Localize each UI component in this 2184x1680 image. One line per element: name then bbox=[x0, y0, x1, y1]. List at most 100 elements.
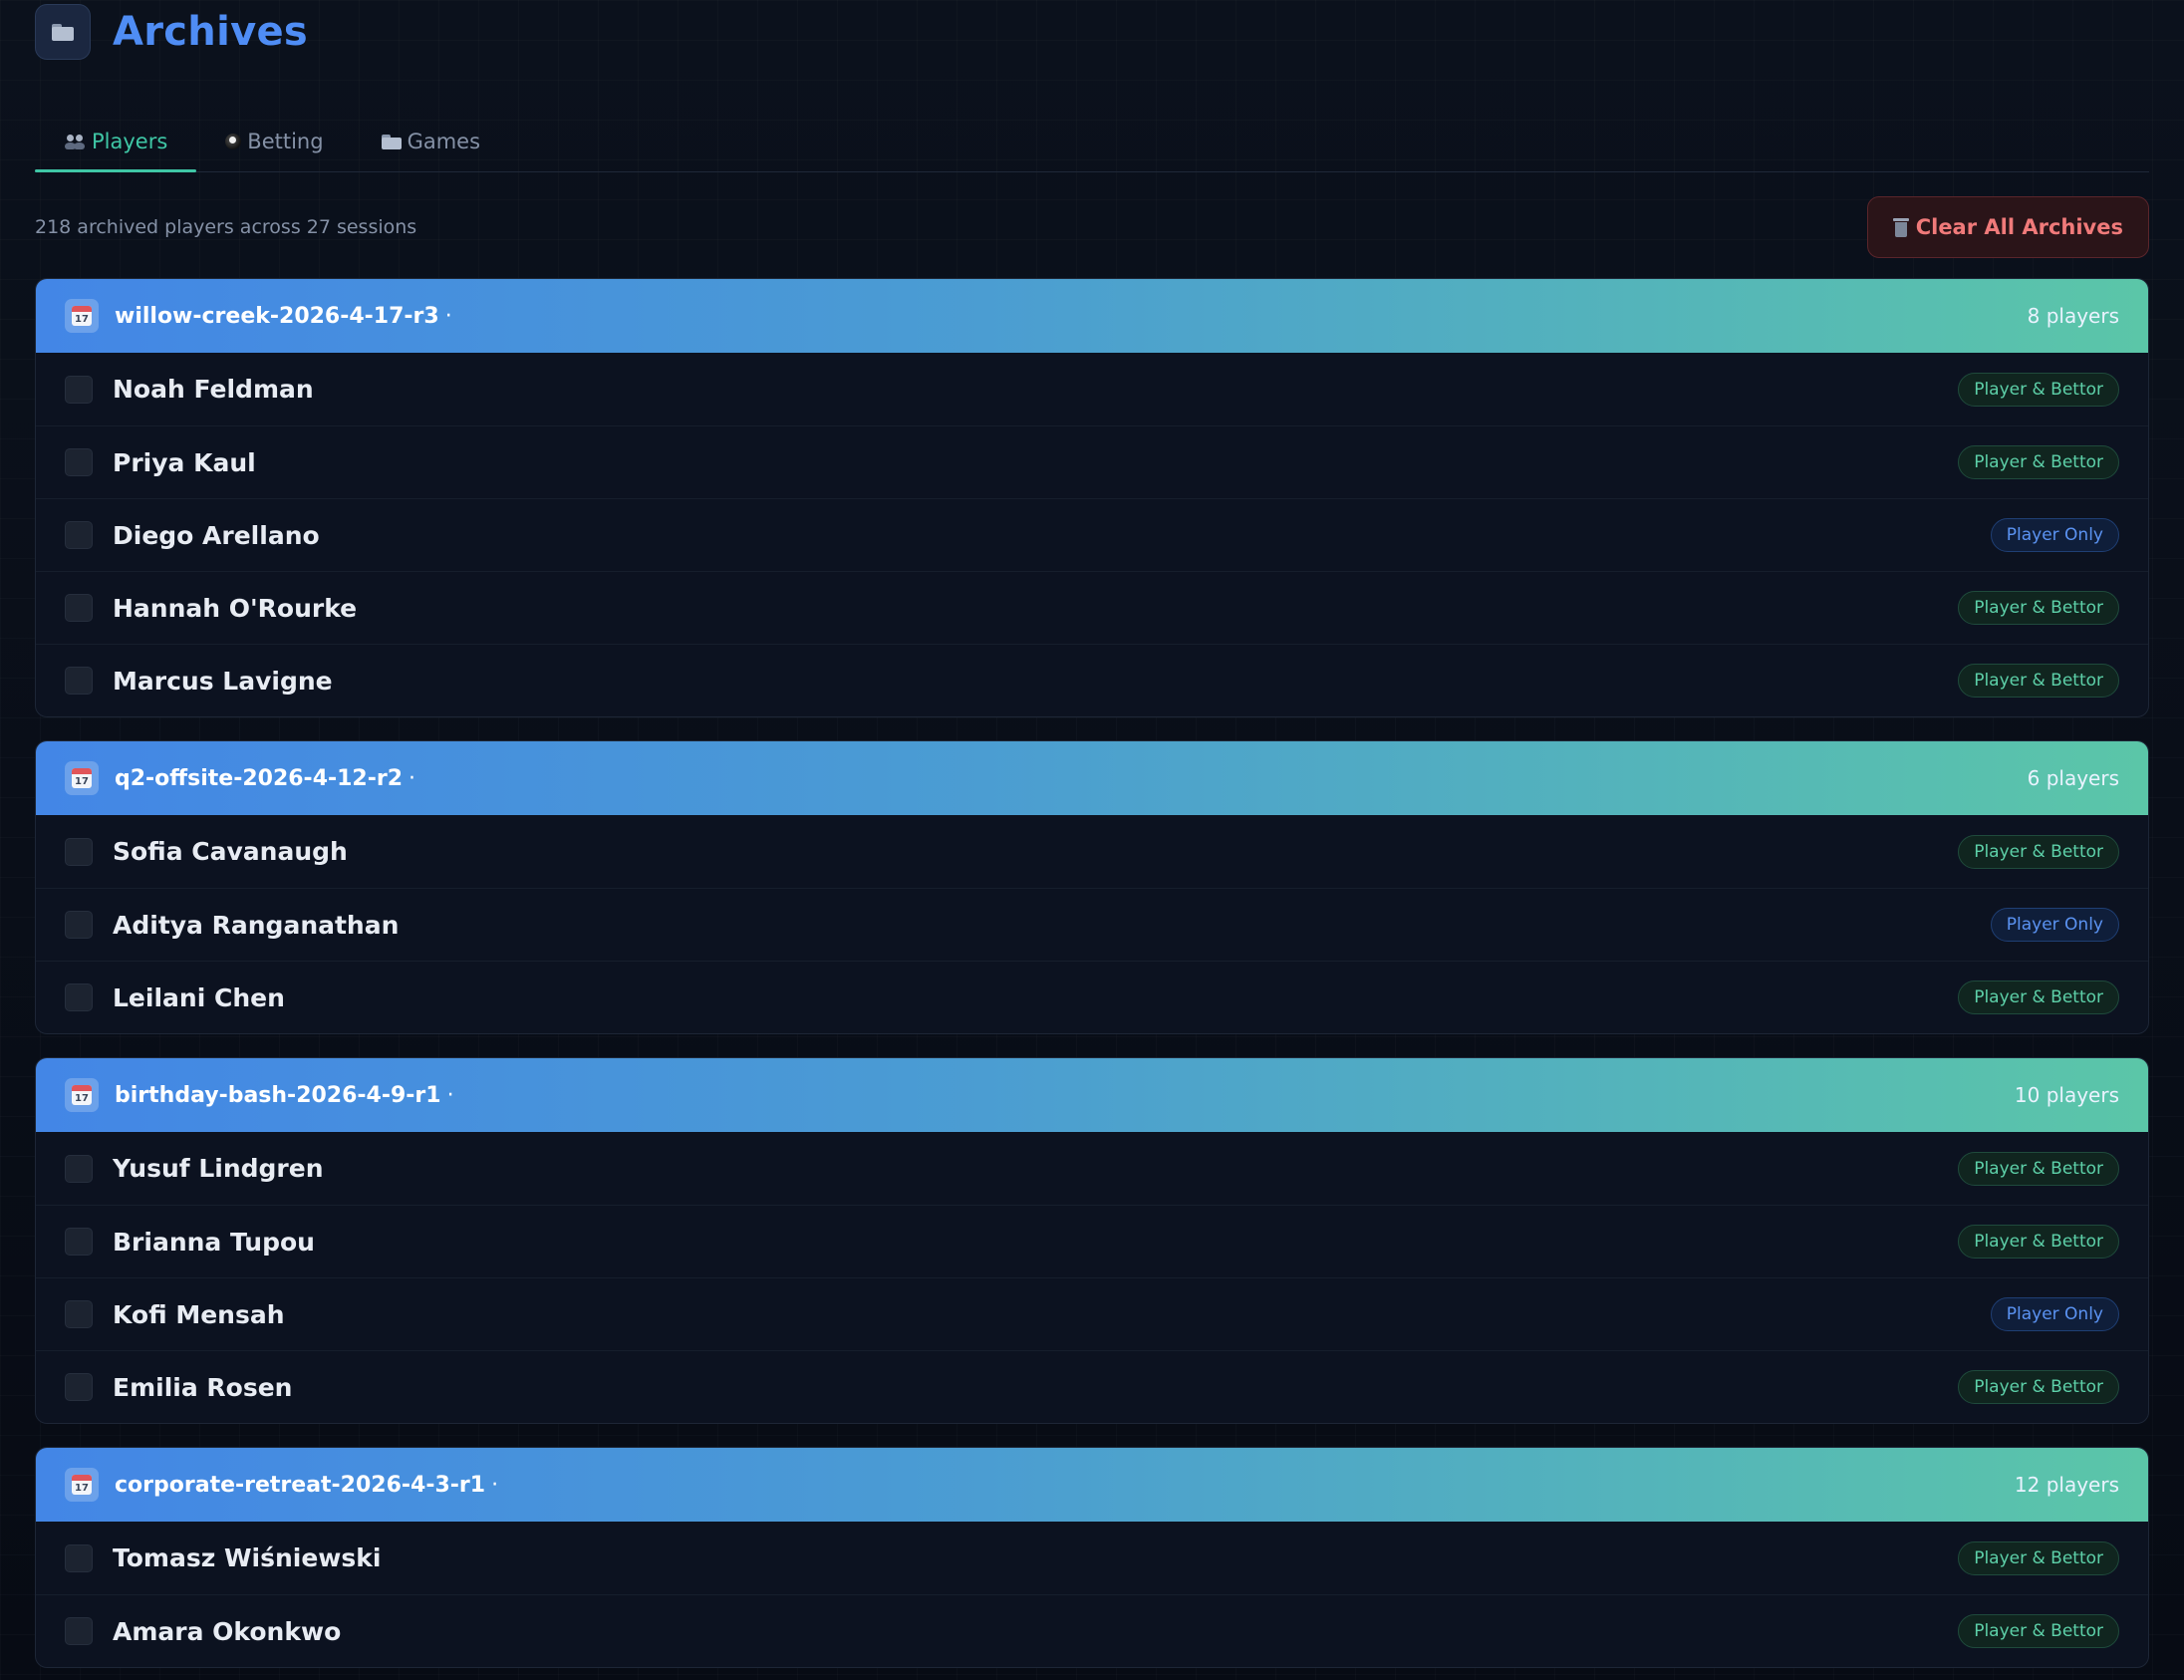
player-info: Leilani Chen bbox=[65, 983, 285, 1012]
player-name: Brianna Tupou bbox=[113, 1227, 315, 1257]
player-checkbox[interactable] bbox=[65, 1228, 93, 1256]
player-checkbox[interactable] bbox=[65, 1617, 93, 1645]
player-info: Aditya Ranganathan bbox=[65, 911, 399, 940]
player-checkbox[interactable] bbox=[65, 375, 93, 404]
player-row[interactable]: Diego Arellano Player Only bbox=[36, 498, 2148, 571]
player-info: Sofia Cavanaugh bbox=[65, 837, 348, 866]
player-info: Yusuf Lindgren bbox=[65, 1154, 324, 1183]
player-info: Diego Arellano bbox=[65, 521, 320, 550]
player-checkbox[interactable] bbox=[65, 667, 93, 695]
player-name: Leilani Chen bbox=[113, 982, 285, 1012]
trash-icon bbox=[1892, 217, 1909, 237]
clear-button-label: Clear All Archives bbox=[1915, 215, 2123, 239]
session-group: 17 birthday-bash-2026-4-9-r1 · 10 players Yu… bbox=[35, 1057, 2149, 1424]
session-list: 17 willow-creek-2026-4-17-r3 · 8 players Noa… bbox=[35, 278, 2149, 1668]
session-player-count: 6 players bbox=[2027, 766, 2119, 790]
player-checkbox[interactable] bbox=[65, 448, 93, 476]
tab-betting[interactable]: Betting bbox=[196, 116, 352, 171]
player-row[interactable]: Marcus Lavigne Player & Bettor bbox=[36, 644, 2148, 716]
player-role-badge: Player & Bettor bbox=[1958, 980, 2119, 1014]
folder-icon bbox=[52, 23, 74, 41]
player-name: Yusuf Lindgren bbox=[113, 1154, 324, 1183]
session-player-count: 10 players bbox=[2014, 1083, 2119, 1107]
player-name: Noah Feldman bbox=[113, 375, 314, 404]
player-role-badge: Player Only bbox=[1990, 518, 2119, 552]
player-role-badge: Player Only bbox=[1990, 908, 2119, 942]
archives-logo bbox=[35, 4, 91, 60]
player-checkbox[interactable] bbox=[65, 1154, 93, 1183]
player-row[interactable]: Noah Feldman Player & Bettor bbox=[36, 353, 2148, 425]
player-checkbox[interactable] bbox=[65, 1300, 93, 1328]
player-checkbox[interactable] bbox=[65, 983, 93, 1011]
archive-summary: 218 archived players across 27 sessions bbox=[35, 216, 417, 238]
player-role-badge: Player & Bettor bbox=[1958, 1225, 2119, 1259]
player-info: Kofi Mensah bbox=[65, 1300, 285, 1329]
player-row[interactable]: Kofi Mensah Player Only bbox=[36, 1277, 2148, 1350]
player-row[interactable]: Aditya Ranganathan Player Only bbox=[36, 888, 2148, 961]
session-header[interactable]: 17 corporate-retreat-2026-4-3-r1 · 12 playe… bbox=[36, 1448, 2148, 1522]
player-role-badge: Player & Bettor bbox=[1958, 1151, 2119, 1186]
session-separator: · bbox=[444, 303, 452, 329]
player-checkbox[interactable] bbox=[65, 911, 93, 939]
session-group: 17 q2-offsite-2026-4-12-r2 · 6 players Sofia… bbox=[35, 740, 2149, 1034]
session-separator: · bbox=[491, 1472, 499, 1498]
player-role-badge: Player & Bettor bbox=[1958, 1614, 2119, 1648]
session-name: birthday-bash-2026-4-9-r1 bbox=[115, 1082, 441, 1108]
player-name: Priya Kaul bbox=[113, 447, 256, 477]
clear-all-archives-button[interactable]: Clear All Archives bbox=[1866, 196, 2149, 258]
page-header: Archives bbox=[35, 0, 2149, 70]
tab-players[interactable]: Players bbox=[35, 116, 197, 172]
session-player-count: 8 players bbox=[2027, 304, 2119, 328]
player-checkbox[interactable] bbox=[65, 1373, 93, 1401]
player-row[interactable]: Tomasz Wiśniewski Player & Bettor bbox=[36, 1522, 2148, 1594]
session-group: 17 corporate-retreat-2026-4-3-r1 · 12 playe… bbox=[35, 1447, 2149, 1668]
session-group: 17 willow-creek-2026-4-17-r3 · 8 players Noa… bbox=[35, 278, 2149, 717]
tab-label: Betting bbox=[247, 130, 324, 153]
player-row[interactable]: Leilani Chen Player & Bettor bbox=[36, 961, 2148, 1033]
player-checkbox[interactable] bbox=[65, 521, 93, 549]
people-icon bbox=[64, 134, 86, 149]
player-role-badge: Player & Bettor bbox=[1958, 372, 2119, 407]
summary-row: 218 archived players across 27 sessions … bbox=[35, 195, 2149, 259]
player-row[interactable]: Amara Okonkwo Player & Bettor bbox=[36, 1594, 2148, 1667]
player-row[interactable]: Brianna Tupou Player & Bettor bbox=[36, 1205, 2148, 1277]
player-info: Emilia Rosen bbox=[65, 1373, 292, 1402]
player-info: Brianna Tupou bbox=[65, 1228, 315, 1257]
player-checkbox[interactable] bbox=[65, 594, 93, 622]
player-row[interactable]: Yusuf Lindgren Player & Bettor bbox=[36, 1132, 2148, 1205]
player-role-badge: Player & Bettor bbox=[1958, 834, 2119, 869]
session-name: corporate-retreat-2026-4-3-r1 bbox=[115, 1472, 486, 1498]
tab-games[interactable]: Games bbox=[353, 116, 509, 171]
tab-label: Players bbox=[92, 130, 168, 153]
player-checkbox[interactable] bbox=[65, 1543, 93, 1572]
player-role-badge: Player & Bettor bbox=[1958, 1370, 2119, 1404]
player-name: Diego Arellano bbox=[113, 520, 320, 550]
player-info: Marcus Lavigne bbox=[65, 667, 333, 696]
player-name: Hannah O'Rourke bbox=[113, 593, 358, 623]
archives-page: Archives Players Betting Games 218 archi… bbox=[0, 0, 2184, 1680]
session-title: 17 birthday-bash-2026-4-9-r1 · bbox=[65, 1078, 454, 1112]
session-title: 17 willow-creek-2026-4-17-r3 · bbox=[65, 299, 452, 333]
player-row[interactable]: Priya Kaul Player & Bettor bbox=[36, 425, 2148, 498]
player-checkbox[interactable] bbox=[65, 837, 93, 866]
player-info: Amara Okonkwo bbox=[65, 1617, 341, 1646]
session-name: willow-creek-2026-4-17-r3 bbox=[115, 303, 439, 329]
player-row[interactable]: Hannah O'Rourke Player & Bettor bbox=[36, 571, 2148, 644]
player-name: Tomasz Wiśniewski bbox=[113, 1543, 382, 1572]
session-header[interactable]: 17 q2-offsite-2026-4-12-r2 · 6 players bbox=[36, 741, 2148, 815]
player-role-badge: Player & Bettor bbox=[1958, 1540, 2119, 1575]
player-role-badge: Player & Bettor bbox=[1958, 445, 2119, 479]
tab-label: Games bbox=[407, 130, 481, 153]
session-header[interactable]: 17 birthday-bash-2026-4-9-r1 · 10 players bbox=[36, 1058, 2148, 1132]
player-info: Priya Kaul bbox=[65, 448, 256, 477]
player-row[interactable]: Sofia Cavanaugh Player & Bettor bbox=[36, 815, 2148, 888]
session-title: 17 corporate-retreat-2026-4-3-r1 · bbox=[65, 1468, 498, 1502]
billiard-ball-icon bbox=[225, 134, 242, 149]
player-name: Amara Okonkwo bbox=[113, 1616, 342, 1646]
player-role-badge: Player & Bettor bbox=[1958, 664, 2119, 698]
session-separator: · bbox=[446, 1082, 454, 1108]
session-header[interactable]: 17 willow-creek-2026-4-17-r3 · 8 players bbox=[36, 279, 2148, 353]
player-row[interactable]: Emilia Rosen Player & Bettor bbox=[36, 1350, 2148, 1423]
calendar-icon: 17 bbox=[65, 761, 99, 795]
session-name: q2-offsite-2026-4-12-r2 bbox=[115, 765, 404, 791]
